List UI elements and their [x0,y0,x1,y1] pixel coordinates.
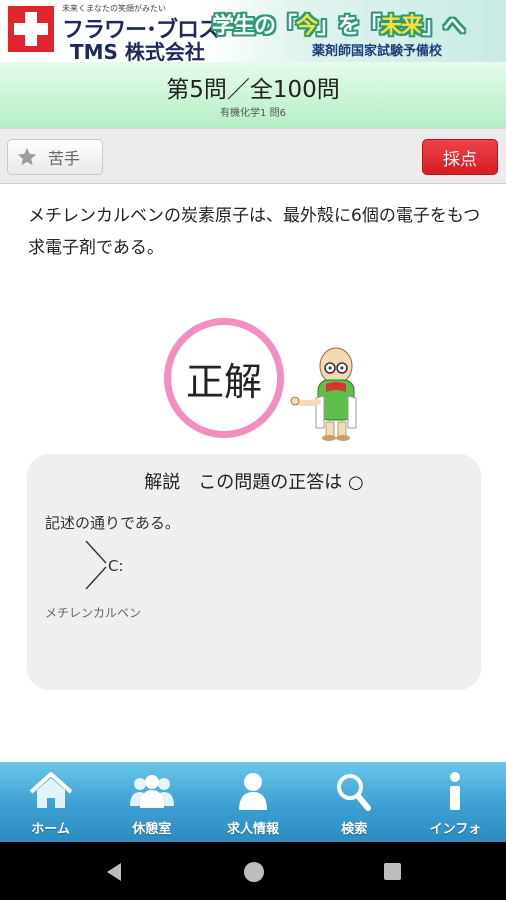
explanation-text: 記述の通りである。 [45,514,180,532]
back-icon[interactable] [105,862,123,882]
result-label: 正解 [185,359,262,404]
bottom-navigation: ホーム 休憩室 求人情報 検索 インフォ [0,762,506,842]
nav-label-lounge: 休憩室 [132,822,172,837]
nav-label-info: インフォ [429,822,482,837]
nav-label-jobs: 求人情報 [226,822,279,837]
ad-banner[interactable]: 未来くまなたの笑顔がみたい フラワー･ブロス TMS 株式会社 学生の「今」を「… [0,0,506,62]
pill-mascot-icon [290,347,357,441]
weak-toggle-label: 苦手 [48,149,81,168]
explanation-card: 解説 この問題の正答は ○ 記述の通りである。 C: メチレンカルベン [27,454,481,690]
cross-logo-icon [8,6,54,52]
carbene-atom-label: C: [108,557,124,575]
question-text: メチレンカルベンの炭素原子は、最外殻に6個の電子をもつ求電子剤である。 [28,206,481,258]
info-icon [450,772,461,810]
nav-item-jobs[interactable]: 求人情報 [202,762,303,842]
nav-label-home: ホーム [31,822,70,837]
grade-button[interactable]: 採点 [422,139,498,175]
banner-company-name: TMS 株式会社 [70,40,205,62]
question-category: 有機化学1 問6 [220,108,286,119]
nav-item-info[interactable]: インフォ [405,762,506,842]
recent-apps-icon[interactable] [384,863,401,880]
methylene-carbene-structure: C: [85,540,124,590]
nav-item-home[interactable]: ホーム [0,762,101,842]
home-circle-icon[interactable] [244,862,264,882]
people-icon [129,775,174,808]
structure-caption: メチレンカルベン [45,606,142,620]
nav-item-search[interactable]: 検索 [304,762,405,842]
home-icon [29,772,72,808]
nav-item-lounge[interactable]: 休憩室 [101,762,202,842]
nav-label-search: 検索 [341,822,368,837]
banner-slogan: 学生の「今」を「未来」へ [212,14,465,39]
banner-school-name: 薬剤師国家試験予備校 [312,44,443,59]
question-number-title: 第5問／全100問 [166,77,340,103]
weak-toggle-button[interactable]: 苦手 [7,139,103,175]
system-navigation-bar [0,842,506,900]
person-icon [239,773,267,810]
explanation-title: 解説 この問題の正答は ○ [144,472,364,493]
correct-result-badge: 正解 [164,318,284,438]
question-toolbar: 苦手 採点 [0,128,506,184]
search-icon [337,774,372,811]
star-icon [17,147,37,166]
question-header: 第5問／全100問 有機化学1 問6 [0,62,506,128]
